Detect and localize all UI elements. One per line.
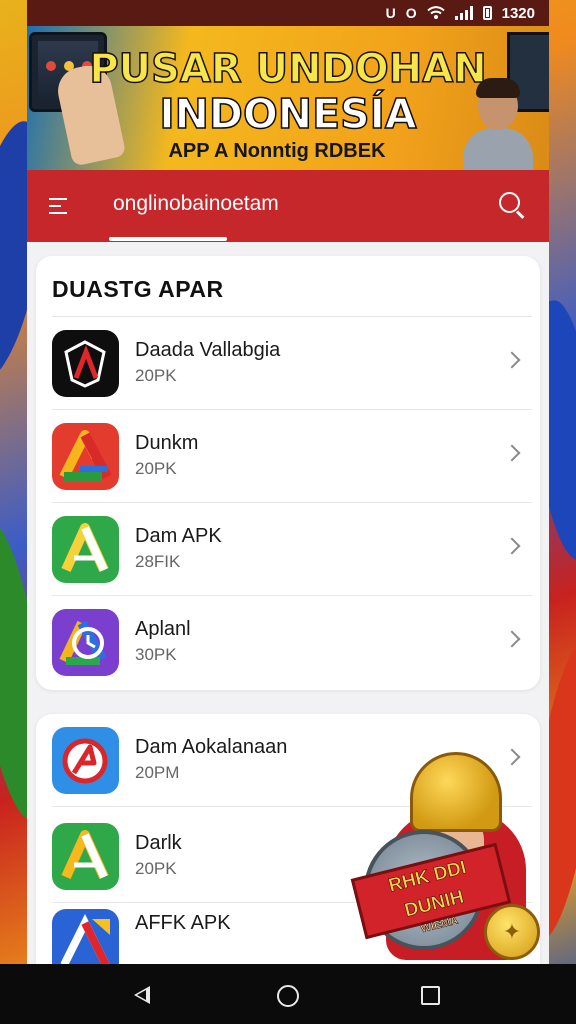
banner-title: PUSAR UNDOHAN	[89, 45, 488, 93]
app-size: 28FIK	[135, 552, 181, 571]
app-icon	[52, 609, 119, 676]
app-bar-title[interactable]: onglinobainoetam	[113, 192, 279, 216]
recents-icon[interactable]	[421, 986, 440, 1005]
app-name: AFFK APK	[135, 912, 231, 934]
section-title: DUASTG APAR	[52, 276, 224, 302]
navigation-bar	[0, 964, 576, 1024]
promo-banner[interactable]: PUSAR UNDOHAN INDONESÍA APP A Nonntig RD…	[27, 26, 549, 170]
app-size: 20PK	[135, 459, 177, 478]
coin-icon	[484, 904, 540, 960]
mascot-illustration: RHK DDI DUNIH WIEMA	[350, 752, 548, 964]
chevron-right-icon	[503, 630, 521, 648]
banner-title: INDONESÍA	[159, 89, 418, 139]
app-size: 20PK	[135, 366, 177, 385]
battery-icon	[482, 6, 492, 20]
app-name: Dam APK	[135, 525, 222, 547]
app-name: Darlk	[135, 832, 182, 854]
active-tab-indicator	[109, 237, 227, 241]
chevron-right-icon	[503, 537, 521, 555]
list-item[interactable]: Dunkm 20PK	[36, 410, 540, 503]
status-time: 1320	[501, 4, 535, 22]
status-bar: U O 1320	[27, 0, 549, 26]
app-size: 20PM	[135, 763, 180, 782]
app-list-card: DUASTG APAR Daada Vallabgia 20PK Dunkm 2…	[36, 256, 540, 690]
phone-screen: U O 1320 PUSAR UNDOHAN INDONESÍA APP A N…	[27, 0, 549, 964]
chevron-right-icon	[503, 351, 521, 369]
app-icon	[52, 423, 119, 490]
app-icon	[52, 330, 119, 397]
app-icon	[52, 727, 119, 794]
search-icon[interactable]	[499, 192, 525, 219]
home-icon[interactable]	[277, 985, 299, 1007]
notification-icon: U	[385, 5, 396, 21]
list-item[interactable]: Daada Vallabgia 20PK	[36, 317, 540, 410]
app-icon	[52, 909, 119, 964]
app-name: Dam Aokalanaan	[135, 736, 288, 758]
notification-icon: O	[405, 5, 417, 21]
app-name: Aplanl	[135, 618, 191, 640]
app-icon	[52, 823, 119, 890]
banner-subtitle: APP A Nonntig RDBEK	[168, 140, 386, 162]
app-name: Dunkm	[135, 432, 199, 454]
app-size: 20PK	[135, 859, 177, 878]
back-icon[interactable]	[134, 986, 150, 1004]
list-item[interactable]: Dam APK 28FIK	[36, 503, 540, 596]
app-bar: onglinobainoetam	[27, 170, 549, 242]
app-size: 30PK	[135, 645, 177, 664]
wifi-icon	[426, 6, 445, 19]
menu-icon[interactable]	[49, 196, 71, 216]
app-icon	[52, 516, 119, 583]
app-name: Daada Vallabgia	[135, 339, 281, 361]
signal-icon	[454, 6, 473, 20]
list-item[interactable]: Aplanl 30PK	[36, 596, 540, 689]
chevron-right-icon	[503, 444, 521, 462]
